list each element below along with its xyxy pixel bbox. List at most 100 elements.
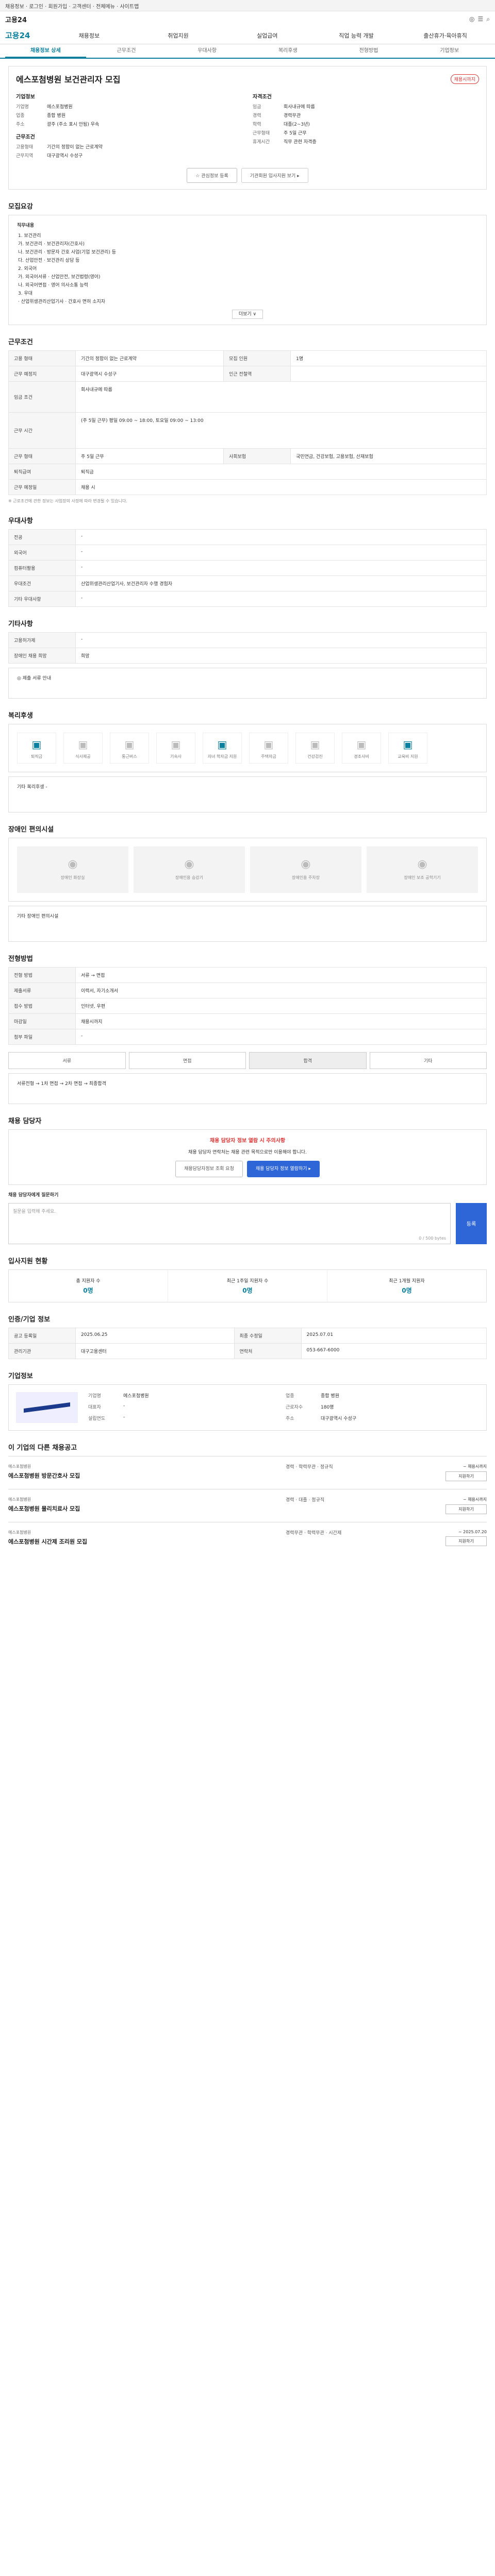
welfare-extra-label: 기타 복리후생 bbox=[17, 785, 44, 790]
tab-pref[interactable]: 우대사항 bbox=[167, 44, 248, 58]
alert-title: 채용 담당자 정보 열람 시 주의사항 bbox=[209, 1138, 286, 1144]
section-disabled: 장애인 편의시설 bbox=[8, 826, 54, 834]
welfare-icon: ▣ bbox=[171, 738, 181, 751]
welfare-icon: ▣ bbox=[356, 738, 367, 751]
site-logo[interactable]: 고용24 bbox=[5, 14, 27, 24]
step-tab[interactable]: 면접 bbox=[128, 1052, 246, 1069]
row-value: - bbox=[75, 545, 487, 561]
job-info: 경력 · 학력무관 · 정규직 bbox=[286, 1465, 333, 1470]
job-title-link[interactable]: 에스포첨병원 물리치료사 모집 bbox=[8, 1504, 286, 1513]
row-value: 채용 시 bbox=[75, 479, 487, 495]
print-button[interactable]: 기관회원 입사지원 보기 ▸ bbox=[241, 168, 308, 183]
row-value: 기간의 정함이 없는 근로계약 bbox=[75, 350, 224, 366]
stat-label: 최근 1주일 지원자 수 bbox=[226, 1279, 269, 1284]
step-tab[interactable]: 서류 bbox=[8, 1052, 126, 1069]
search-icon[interactable]: ⌕ bbox=[486, 15, 490, 23]
summary-box: 직무내용 1. 보건관리 가. 보건관리 · 보건관리자(간호사) 나. 보건관… bbox=[8, 215, 487, 325]
table-row: 마감일 채용시까지 bbox=[8, 1013, 487, 1029]
facility-icon: ◉ bbox=[184, 858, 194, 871]
view-contact-button[interactable]: 채용 담당자 정보 열람하기 ▸ bbox=[246, 1161, 320, 1177]
kv-key: 근로자수 bbox=[286, 1405, 303, 1410]
kv-value: 종합 병원 bbox=[321, 1394, 339, 1399]
step-tab[interactable]: 기타 bbox=[369, 1052, 487, 1069]
kv-value: 주 5일 근무 bbox=[284, 131, 307, 136]
job-deadline: ~ 채용시까지 bbox=[463, 1497, 487, 1502]
tab-detail[interactable]: 채용정보 상세 bbox=[5, 44, 86, 58]
stat-label: 총 지원자 수 bbox=[76, 1279, 101, 1284]
row-key: 공고 등록일 bbox=[8, 1328, 76, 1344]
related-job[interactable]: 에스포첨병원 에스포첨병원 물리치료사 모집 경력 · 대졸 · 정규직 ~ 채용… bbox=[8, 1489, 487, 1522]
related-job[interactable]: 에스포첨병원 에스포첨병원 시간제 조리원 모집 경력무관 · 학력무관 · 시간… bbox=[8, 1522, 487, 1555]
row-key: 연락처 bbox=[234, 1343, 302, 1359]
tab-company[interactable]: 기업정보 bbox=[409, 44, 490, 58]
welfare-item: ▣ 주택자금 bbox=[249, 733, 288, 764]
kv-value: 에스포첨병원 bbox=[123, 1394, 149, 1399]
welfare-label: 퇴직금 bbox=[30, 754, 43, 759]
summary-line: 다. 산업안전 · 보건관리 상담 등 bbox=[18, 258, 80, 263]
related-job[interactable]: 에스포첨병원 에스포첨병원 방문간호사 모집 경력 · 학력무관 · 정규직 ~ … bbox=[8, 1456, 487, 1489]
request-button[interactable]: 채용담당자정보 조회 요청 bbox=[175, 1161, 243, 1177]
table-row: 전공 - bbox=[8, 529, 487, 545]
step-tab[interactable]: 합격 bbox=[249, 1052, 367, 1069]
tab-work[interactable]: 근무조건 bbox=[86, 44, 167, 58]
nav-item-leave[interactable]: 출산휴가·육아휴직 bbox=[401, 31, 490, 40]
submit-question-button[interactable]: 등록 bbox=[456, 1203, 487, 1244]
company-card: 기업명 에스포첨병원 업종 종합 병원 대표자 - 근로자수 180명 설립연도 - 주소 대구광… bbox=[8, 1384, 487, 1431]
etc-docs: ◎ 제출 서류 안내 bbox=[8, 668, 487, 699]
table-row: 고용허가제 - bbox=[8, 632, 487, 648]
kv-value: 대구광역시 수성구 bbox=[47, 154, 83, 159]
summary-line: 나. 외국어면접 · 영어 의사소통 능력 bbox=[18, 283, 88, 288]
row-key: 외국어 bbox=[8, 545, 76, 561]
kv-key: 경력 bbox=[253, 113, 261, 118]
disabled-item: ◉ 장애인 화장실 bbox=[17, 846, 128, 893]
row-key: 사회보험 bbox=[223, 448, 291, 464]
question-placeholder: 질문을 입력해 주세요. bbox=[13, 1209, 56, 1214]
stat-value: 0명 bbox=[402, 1287, 412, 1294]
user-icon[interactable]: ◎ bbox=[469, 15, 474, 23]
apply-button[interactable]: 지원하기 bbox=[446, 1504, 487, 1514]
row-value: - bbox=[75, 529, 487, 545]
kv-value: 대졸(2~3년) bbox=[284, 122, 310, 127]
table-row: 장애인 채용 희망 희망 bbox=[8, 648, 487, 664]
welfare-label: 교육비 지원 bbox=[398, 754, 418, 759]
row-key: 관리기관 bbox=[8, 1343, 76, 1359]
scrap-button[interactable]: ☆ 관심정보 등록 bbox=[187, 168, 237, 183]
row-value: 2025.06.25 bbox=[75, 1328, 235, 1344]
row-key: 전공 bbox=[8, 529, 76, 545]
facility-icon: ◉ bbox=[301, 858, 311, 871]
row-value: 1명 bbox=[290, 350, 487, 366]
tab-process[interactable]: 전형방법 bbox=[328, 44, 409, 58]
job-title-link[interactable]: 에스포첨병원 방문간호사 모집 bbox=[8, 1471, 286, 1480]
tab-welfare[interactable]: 복리후생 bbox=[248, 44, 328, 58]
job-deadline: ~ 2025.07.20 bbox=[458, 1530, 487, 1534]
row-key: 장애인 채용 희망 bbox=[8, 648, 76, 664]
extra-head: 자격조건 bbox=[253, 94, 272, 100]
nav-item-benefit[interactable]: 실업급여 bbox=[223, 31, 312, 40]
table-row: 첨부 파일 - bbox=[8, 1029, 487, 1045]
disabled-item: ◉ 장애인용 주차장 bbox=[250, 846, 361, 893]
nav-item-jobs[interactable]: 채용정보 bbox=[44, 31, 134, 40]
table-row: 고용 형태 기간의 정함이 없는 근로계약 모집 인원 1명 bbox=[8, 350, 487, 366]
process-table: 전형 방법 서류 → 면접 제출서류 이력서, 자기소개서 접수 방법 인터넷, 우편… bbox=[8, 967, 487, 1045]
row-value: 회사내규에 따름 bbox=[75, 381, 487, 413]
job-title-link[interactable]: 에스포첨병원 시간제 조리원 모집 bbox=[8, 1537, 286, 1546]
question-input[interactable]: 질문을 입력해 주세요. 0 / 500 bytes bbox=[8, 1203, 451, 1244]
more-button[interactable]: 더보기 ∨ bbox=[232, 310, 263, 319]
job-company: 에스포첨병원 bbox=[8, 1497, 31, 1502]
welfare-extra-value: - bbox=[45, 785, 47, 790]
nav-item-training[interactable]: 직업 능력 개발 bbox=[312, 31, 401, 40]
kv-value: 회사내규에 따름 bbox=[284, 105, 315, 110]
row-value: 대구광역시 수성구 bbox=[75, 366, 224, 382]
apply-button[interactable]: 지원하기 bbox=[446, 1536, 487, 1546]
kv-key: 근무형태 bbox=[253, 131, 270, 136]
facility-icon: ◉ bbox=[68, 858, 78, 871]
apply-button[interactable]: 지원하기 bbox=[446, 1471, 487, 1481]
byte-count: 0 / 500 bytes bbox=[419, 1236, 446, 1241]
menu-icon[interactable]: ☰ bbox=[478, 15, 484, 23]
table-row: 근무 예정일 채용 시 bbox=[8, 479, 487, 495]
nav-home[interactable]: 고용24 bbox=[5, 30, 30, 41]
row-value: 대구고용센터 bbox=[75, 1343, 235, 1359]
kv-value: 180명 bbox=[321, 1405, 334, 1410]
nav-item-support[interactable]: 취업지원 bbox=[134, 31, 223, 40]
stat-item: 최근 1개월 지원자 0명 bbox=[327, 1270, 486, 1302]
